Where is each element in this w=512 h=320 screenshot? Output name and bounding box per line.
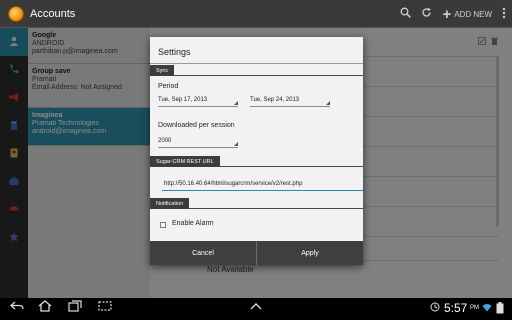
enable-alarm-label[interactable]: Enable Alarm [172, 220, 214, 227]
home-icon[interactable] [38, 300, 52, 315]
up-chevron-icon[interactable] [249, 300, 263, 314]
section-divider [150, 75, 363, 76]
section-header-url: Sugar-CRM REST URL [150, 156, 220, 167]
period-from-spinner[interactable]: Tue, Sep 17, 2013 [158, 95, 238, 107]
screenshot-icon[interactable] [98, 300, 112, 315]
settings-dialog: Settings Sync Period Tue, Sep 17, 2013 T… [150, 37, 363, 265]
app-title: Accounts [30, 7, 76, 20]
apply-button[interactable]: Apply [257, 241, 363, 265]
period-label: Period [158, 83, 179, 90]
system-bar: 5:57 PM [0, 298, 512, 320]
dialog-button-bar: Cancel Apply [150, 241, 363, 265]
divider [150, 63, 363, 64]
wifi-icon [482, 302, 492, 314]
rest-url-input[interactable]: http://50.16.40.64/html/sugarcrm/service… [162, 179, 363, 191]
action-bar: Accounts + ADD NEW [0, 0, 512, 28]
app-logo-icon[interactable] [8, 5, 24, 22]
period-to-spinner[interactable]: Tue, Sep 24, 2013 [250, 95, 330, 107]
section-header-notification: Notification [150, 198, 190, 209]
downloaded-spinner[interactable]: 2000 [158, 136, 238, 148]
overflow-icon[interactable] [502, 7, 506, 22]
alarm-clock-icon [430, 302, 440, 314]
section-header-sync: Sync [150, 65, 175, 76]
add-icon: + [442, 5, 452, 23]
clock-time: 5:57 [444, 301, 468, 315]
add-new-label: ADD NEW [454, 9, 492, 19]
battery-icon [496, 302, 504, 316]
downloaded-label: Downloaded per session [158, 122, 235, 129]
recents-icon[interactable] [68, 300, 82, 315]
action-bar-actions: + ADD NEW [400, 0, 506, 28]
clock-ampm: PM [470, 305, 479, 311]
cancel-button[interactable]: Cancel [150, 241, 257, 265]
back-icon[interactable] [10, 300, 24, 315]
search-icon[interactable] [400, 7, 412, 21]
dialog-title: Settings [158, 47, 191, 57]
add-new-button[interactable]: + ADD NEW [442, 7, 492, 22]
enable-alarm-checkbox[interactable] [160, 222, 166, 228]
refresh-icon[interactable] [421, 7, 432, 21]
